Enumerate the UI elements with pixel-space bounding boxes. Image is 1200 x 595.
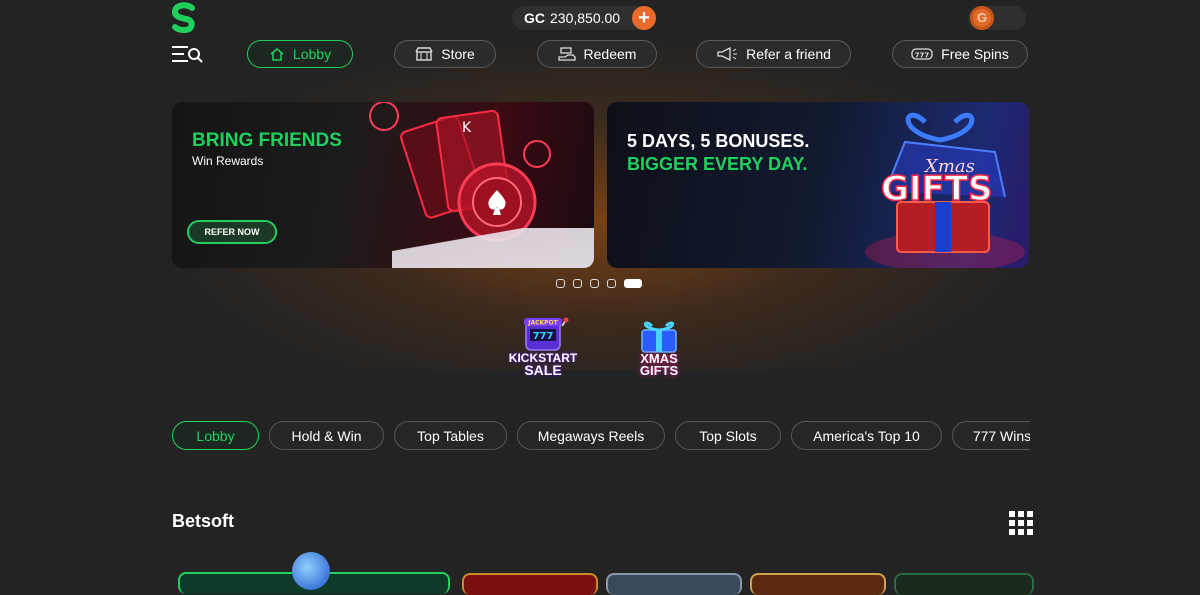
nav-redeem-label: Redeem <box>583 46 637 62</box>
tab-americas-top-10[interactable]: America's Top 10 <box>791 421 942 450</box>
nav-refer-button[interactable]: Refer a friend <box>696 40 851 68</box>
carousel-dot[interactable] <box>556 279 565 288</box>
gift-icon <box>641 321 677 353</box>
game-tile[interactable] <box>894 573 1034 595</box>
megaphone-icon <box>717 47 738 61</box>
xmas-banner-line2: BIGGER EVERY DAY. <box>627 154 808 174</box>
xmas-banner[interactable]: 5 DAYS, 5 BONUSES. BIGGER EVERY DAY. Xma… <box>607 102 1029 268</box>
nav-redeem-button[interactable]: Redeem <box>537 40 657 68</box>
brand-logo[interactable] <box>168 2 200 36</box>
game-tile[interactable] <box>462 573 598 595</box>
reels-text: 777 <box>533 331 554 342</box>
section-title: Betsoft <box>172 511 234 531</box>
sale-label: SALE <box>524 362 562 378</box>
carousel-dots <box>556 279 642 288</box>
tab-top-slots[interactable]: Top Slots <box>675 421 781 450</box>
gold-coin-icon: G <box>970 6 994 30</box>
nav-free-spins-button[interactable]: 777 Free Spins <box>892 40 1028 68</box>
slot-machine-icon: JACKPOT 777 <box>524 317 569 351</box>
currency-toggle[interactable]: G <box>968 6 1026 30</box>
carousel-dot-active[interactable] <box>624 279 642 288</box>
promo-gifts-label: GIFTS <box>639 363 679 378</box>
nav-store-label: Store <box>441 46 475 62</box>
nav-lobby-label: Lobby <box>292 46 332 62</box>
store-icon <box>415 47 433 61</box>
snow-decoration <box>392 228 594 268</box>
redeem-icon <box>557 47 576 61</box>
refer-banner-title: BRING FRIENDS <box>192 130 342 151</box>
game-tile-gem-icon <box>292 552 330 590</box>
refer-banner-subtitle: Win Rewards <box>192 154 264 168</box>
gifts-art-text: GIFTS <box>881 169 992 209</box>
balance-display: GC 230,850.00 + <box>512 6 656 30</box>
game-tile[interactable] <box>606 573 742 595</box>
svg-text:777: 777 <box>915 52 930 60</box>
add-funds-button[interactable]: + <box>632 6 656 30</box>
jackpot-text: JACKPOT <box>527 320 558 327</box>
category-tabs: Lobby Hold & Win Top Tables Megaways Ree… <box>172 420 1030 452</box>
tab-top-tables[interactable]: Top Tables <box>394 421 507 450</box>
nav-lobby-button[interactable]: Lobby <box>247 40 353 68</box>
currency-label: GC <box>524 10 545 26</box>
balance-amount: 230,850.00 <box>550 10 621 26</box>
game-tile[interactable] <box>750 573 886 595</box>
carousel-dot[interactable] <box>590 279 599 288</box>
carousel-dot[interactable] <box>573 279 582 288</box>
refer-now-button[interactable]: REFER NOW <box>187 220 277 244</box>
tab-hold-win[interactable]: Hold & Win <box>269 421 384 450</box>
tab-megaways-reels[interactable]: Megaways Reels <box>517 421 665 450</box>
kickstart-sale-promo[interactable]: JACKPOT 777 KICKSTART SALE <box>508 316 578 378</box>
slot-777-icon: 777 <box>911 48 933 60</box>
home-icon <box>270 48 284 61</box>
xmas-gifts-promo[interactable]: XMAS GIFTS <box>624 316 694 378</box>
svg-text:K: K <box>462 120 472 136</box>
nav-store-button[interactable]: Store <box>394 40 496 68</box>
refer-banner[interactable]: K BRING FRIENDS Win Rewards REFER NOW <box>172 102 594 268</box>
gift-box-illustration: Xmas GIFTS <box>865 112 1025 268</box>
carousel-dot[interactable] <box>607 279 616 288</box>
tab-lobby[interactable]: Lobby <box>172 421 259 450</box>
menu-search-icon[interactable] <box>170 43 204 67</box>
nav-free-spins-label: Free Spins <box>941 46 1009 62</box>
tab-777-wins[interactable]: 777 Wins <box>952 421 1030 450</box>
nav-refer-label: Refer a friend <box>746 46 831 62</box>
grid-view-icon[interactable] <box>1009 511 1033 535</box>
xmas-banner-line1: 5 DAYS, 5 BONUSES. <box>627 131 810 151</box>
